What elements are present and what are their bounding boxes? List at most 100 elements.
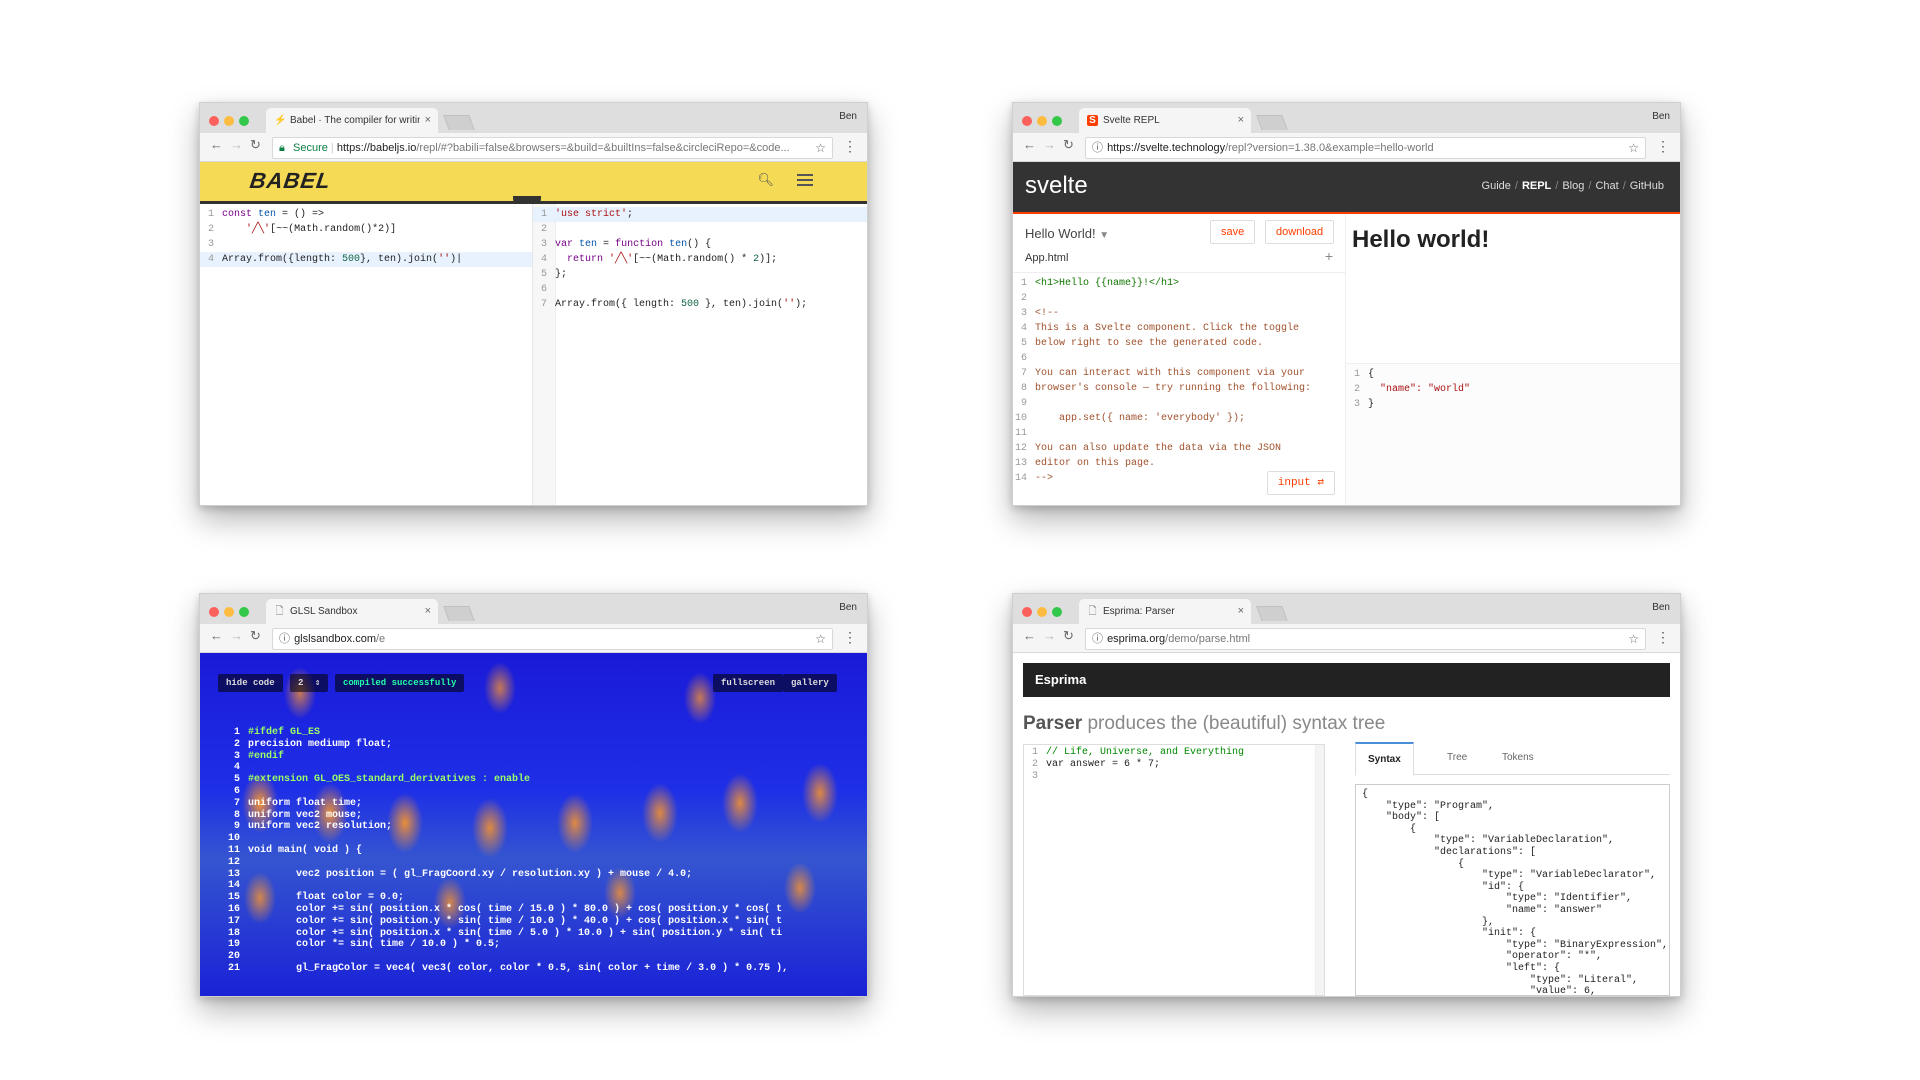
svelte-logo[interactable]: svelte <box>1025 172 1088 200</box>
new-tab-button[interactable] <box>443 115 475 130</box>
reload-icon[interactable]: ↻ <box>1063 137 1074 153</box>
zoom-window-button[interactable] <box>239 116 249 126</box>
title-bar: 🗋︎ Esprima: Parser × Ben <box>1013 594 1680 624</box>
browser-menu-icon[interactable]: ⋮ <box>843 138 857 155</box>
url-host: glslsandbox.com <box>294 633 376 645</box>
close-tab-icon[interactable]: × <box>1238 108 1244 133</box>
zoom-window-button[interactable] <box>239 607 249 617</box>
new-tab-button[interactable] <box>443 606 475 621</box>
nav-repl[interactable]: REPL <box>1522 180 1551 192</box>
quality-select[interactable]: 2 ⇕ <box>290 674 329 692</box>
minimize-window-button[interactable] <box>224 607 234 617</box>
back-icon[interactable]: ← <box>210 628 223 643</box>
bookmark-star-icon[interactable]: ☆ <box>815 629 826 649</box>
hide-code-button[interactable]: hide code <box>218 674 283 692</box>
json-data-editor[interactable]: 1{ 2 "name": "world" 3} <box>1346 363 1680 505</box>
page-content: Esprima Parser produces the (beautiful) … <box>1013 653 1680 996</box>
dropdown-arrow-icon: ▼ <box>1099 230 1110 241</box>
back-icon[interactable]: ← <box>1023 137 1036 152</box>
reload-icon[interactable]: ↻ <box>250 137 261 153</box>
browser-tab[interactable]: S Svelte REPL × <box>1079 108 1251 133</box>
profile-name[interactable]: Ben <box>1652 111 1670 122</box>
bookmark-star-icon[interactable]: ☆ <box>1628 138 1639 158</box>
tab-tree[interactable]: Tree <box>1435 742 1479 773</box>
input-toggle-button[interactable]: input ⇄ <box>1266 471 1335 495</box>
address-bar[interactable]: ⓘ glslsandbox.com/e ☆ <box>272 628 833 650</box>
forward-icon[interactable]: → <box>230 628 243 643</box>
browser-toolbar: ← → ↻ ⓘ https://svelte.technology/repl?v… <box>1013 133 1680 162</box>
bookmark-star-icon[interactable]: ☆ <box>1628 629 1639 649</box>
lock-icon: 🔒︎ <box>279 142 285 154</box>
nav-chat[interactable]: Chat <box>1595 180 1618 192</box>
nav-github[interactable]: GitHub <box>1630 180 1664 192</box>
browser-tab[interactable]: ⚡ Babel · The compiler for writing × <box>266 108 438 133</box>
reload-icon[interactable]: ↻ <box>1063 628 1074 644</box>
zoom-window-button[interactable] <box>1052 607 1062 617</box>
forward-icon[interactable]: → <box>1043 137 1056 152</box>
close-tab-icon[interactable]: × <box>425 108 431 133</box>
browser-window-glsl: 🗋︎ GLSL Sandbox × Ben ← → ↻ ⓘ glslsandbo… <box>199 593 868 997</box>
syntax-tree-output[interactable]: { "type": "Program", "body": [ { "type":… <box>1355 784 1670 996</box>
babel-logo[interactable]: BABEL <box>248 168 332 194</box>
save-button[interactable]: save <box>1210 220 1256 244</box>
svelte-header: svelte Guide / REPL / Blog / Chat / GitHub <box>1013 162 1680 214</box>
code-editor[interactable]: 1 <h1>Hello {{name}}!</h1> 2 3 <!-- 4 This … <box>1013 272 1345 505</box>
back-icon[interactable]: ← <box>1023 628 1036 643</box>
close-window-button[interactable] <box>1022 607 1032 617</box>
profile-name[interactable]: Ben <box>1652 602 1670 613</box>
close-tab-icon[interactable]: × <box>425 599 431 624</box>
profile-name[interactable]: Ben <box>839 111 857 122</box>
close-window-button[interactable] <box>1022 116 1032 126</box>
minimize-window-button[interactable] <box>1037 607 1047 617</box>
url-host: https://svelte.technology <box>1107 142 1226 154</box>
fullscreen-button[interactable]: fullscreen <box>713 674 784 692</box>
nav-blog[interactable]: Blog <box>1562 180 1584 192</box>
zoom-window-button[interactable] <box>1052 116 1062 126</box>
profile-name[interactable]: Ben <box>839 602 857 613</box>
reload-icon[interactable]: ↻ <box>250 628 261 644</box>
close-window-button[interactable] <box>209 607 219 617</box>
example-selector[interactable]: Hello World! ▼ <box>1025 226 1109 241</box>
address-bar[interactable]: 🔒︎ Secure | https://babeljs.io/repl/#?bab… <box>272 137 833 159</box>
minimize-window-button[interactable] <box>224 116 234 126</box>
minimize-window-button[interactable] <box>1037 116 1047 126</box>
new-tab-button[interactable] <box>1256 115 1288 130</box>
browser-menu-icon[interactable]: ⋮ <box>843 629 857 646</box>
browser-tab[interactable]: 🗋︎ Esprima: Parser × <box>1079 599 1251 624</box>
input-editor[interactable]: 1 const ten = () => 2 '╱╲'[~~(Math.random… <box>200 204 533 505</box>
browser-tab[interactable]: 🗋︎ GLSL Sandbox × <box>266 599 438 624</box>
forward-icon[interactable]: → <box>1043 628 1056 643</box>
download-button[interactable]: download <box>1265 220 1335 244</box>
add-file-icon[interactable]: + <box>1325 248 1333 264</box>
back-icon[interactable]: ← <box>210 137 223 152</box>
browser-window-esprima: 🗋︎ Esprima: Parser × Ben ← → ↻ ⓘ esprima… <box>1012 593 1681 997</box>
source-code-editor[interactable]: 1// Life, Universe, and Everything 2 var … <box>1023 744 1325 996</box>
close-tab-icon[interactable]: × <box>1238 599 1244 624</box>
search-icon[interactable]: 🔍︎ <box>757 172 774 188</box>
new-tab-button[interactable] <box>1256 606 1288 621</box>
close-window-button[interactable] <box>209 116 219 126</box>
nav-guide[interactable]: Guide <box>1482 180 1511 192</box>
forward-icon[interactable]: → <box>230 137 243 152</box>
address-bar[interactable]: ⓘ esprima.org/demo/parse.html ☆ <box>1085 628 1646 650</box>
tab-title: GLSL Sandbox <box>290 606 358 617</box>
output-editor[interactable]: 1'use strict'; 2 3 var ten = function ten… <box>533 204 867 505</box>
esprima-brand-bar[interactable]: Esprima <box>1023 663 1670 697</box>
address-bar[interactable]: ⓘ https://svelte.technology/repl?version… <box>1085 137 1646 159</box>
svelte-favicon-icon: S <box>1087 115 1098 126</box>
output-heading: Hello world! <box>1352 226 1490 253</box>
file-tab-app-html[interactable]: App.html <box>1025 252 1068 264</box>
scrollbar[interactable] <box>1315 745 1324 995</box>
url-path: /demo/parse.html <box>1165 633 1251 645</box>
shader-code-editor[interactable]: 1 #ifdef GL_ES 2 precision mediump float; … <box>224 727 788 975</box>
hamburger-menu-icon[interactable] <box>797 174 813 189</box>
browser-menu-icon[interactable]: ⋮ <box>1656 629 1670 646</box>
page-content: svelte Guide / REPL / Blog / Chat / GitHub Hello… <box>1013 162 1680 505</box>
secure-label: Secure <box>293 142 328 154</box>
tab-syntax[interactable]: Syntax <box>1355 742 1414 776</box>
gallery-button[interactable]: gallery <box>783 674 837 692</box>
tab-title: Babel · The compiler for writing <box>290 115 420 126</box>
tab-tokens[interactable]: Tokens <box>1490 742 1546 773</box>
browser-menu-icon[interactable]: ⋮ <box>1656 138 1670 155</box>
bookmark-star-icon[interactable]: ☆ <box>815 138 826 158</box>
